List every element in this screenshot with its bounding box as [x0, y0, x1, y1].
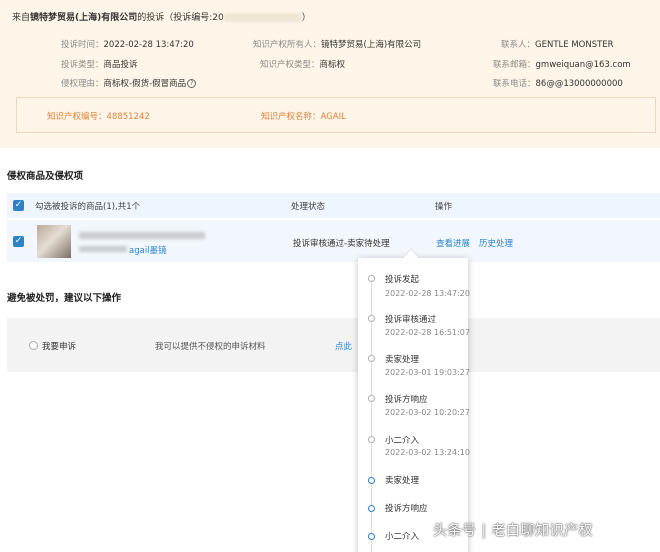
contact-phone: 联系电话：86@@13000000000 [493, 79, 623, 89]
table-row: ✓ agail墨镜 投诉审核通过-卖家待处理 查看进展 历史处理 [7, 220, 660, 262]
contact-email: 联系邮箱：gmweiquan@163.com [493, 60, 631, 70]
source-watermark: 头条号 | 老白聊知识产权 [433, 523, 594, 539]
timeline-node [368, 315, 375, 322]
timeline-label: 投诉方响应 [385, 504, 428, 514]
timeline-node-pending [368, 477, 375, 484]
timeline-node [368, 275, 375, 282]
appeal-option: 我要申诉 我可以提供不侵权的申诉材料 点此 [7, 318, 660, 372]
ip-type: 知识产权类型：商标权 [260, 60, 346, 70]
timeline-node-pending [368, 533, 375, 540]
timeline-node [368, 436, 375, 443]
appeal-label: 我要申诉 [42, 342, 77, 352]
ip-name: 知识产权名称：AGAIL [261, 112, 346, 122]
product-title-link[interactable]: agail墨镜 [129, 244, 167, 256]
timeline-node [368, 355, 375, 362]
goods-section-title: 侵权商品及侵权项 [7, 171, 84, 182]
ip-detail-box: 知识产权编号：48851242 知识产权名称：AGAIL [16, 97, 656, 133]
processing-status: 投诉审核通过-卖家待处理 [293, 239, 390, 249]
view-progress-link[interactable]: 查看进展 [436, 237, 470, 249]
redacted-complaint-number [223, 13, 302, 22]
timeline-label: 小二介入 [385, 532, 420, 542]
timeline-time: 2022-02-28 16:51:07 [385, 328, 470, 337]
progress-timeline-popup: 投诉发起 2022-02-28 13:47:20 投诉审核通过 2022-02-… [358, 258, 470, 552]
timeline-label: 投诉方响应 [385, 395, 428, 405]
complaint-title: 来自镜特梦贸易(上海)有限公司的投诉（投诉编号:20） [12, 13, 311, 23]
timeline-node [368, 395, 375, 402]
complaint-type: 投诉类型：商品投诉 [61, 60, 138, 70]
ip-number: 知识产权编号：48851242 [47, 112, 150, 122]
timeline-time: 2022-02-28 13:47:20 [385, 289, 470, 298]
history-link[interactable]: 历史处理 [479, 237, 513, 249]
contact-person: 联系人：GENTLE MONSTER [501, 40, 614, 50]
goods-table-header: ✓ 勾选被投诉的商品(1),共1个 处理状态 操作 [7, 193, 660, 218]
timeline-label: 投诉审核通过 [385, 315, 437, 325]
timeline-time: 2022-03-02 13:24:10 [385, 448, 470, 457]
question-icon[interactable]: ? [187, 79, 197, 88]
ip-owner: 知识产权所有人：镜特梦贸易(上海)有限公司 [253, 40, 422, 50]
status-column-header: 处理状态 [291, 202, 326, 212]
timeline-time: 2022-03-01 19:03:27 [385, 368, 470, 377]
timeline-label: 投诉发起 [385, 275, 420, 285]
row-checkbox[interactable]: ✓ [13, 236, 24, 247]
timeline-time: 2022-03-02 10:20:27 [385, 408, 470, 417]
complainant-company: 镜特梦贸易(上海)有限公司 [30, 13, 138, 23]
product-thumbnail[interactable] [37, 225, 71, 258]
appeal-description: 我可以提供不侵权的申诉材料 [155, 342, 266, 352]
infringement-reason: 侵权理由：商标权-假货-假冒商品? [61, 77, 197, 89]
complaint-time: 投诉时间：2022-02-28 13:47:20 [61, 40, 194, 50]
select-all-label: 勾选被投诉的商品(1),共1个 [35, 202, 141, 212]
redacted-product-title [79, 232, 205, 239]
penalty-section-title: 避免被处罚，建议以下操作 [7, 293, 122, 304]
timeline-label: 小二介入 [385, 436, 420, 446]
appeal-link[interactable]: 点此 [335, 340, 352, 352]
timeline-node-pending [368, 505, 375, 512]
select-all-checkbox[interactable]: ✓ [13, 200, 24, 211]
complaint-info-panel: 来自镜特梦贸易(上海)有限公司的投诉（投诉编号:20） 投诉时间：2022-02… [0, 0, 660, 148]
redacted-product-title-2 [79, 246, 127, 252]
action-column-header: 操作 [435, 202, 453, 212]
timeline-label: 卖家处理 [385, 355, 420, 365]
appeal-radio[interactable] [29, 341, 38, 350]
timeline-label: 卖家处理 [385, 476, 420, 486]
